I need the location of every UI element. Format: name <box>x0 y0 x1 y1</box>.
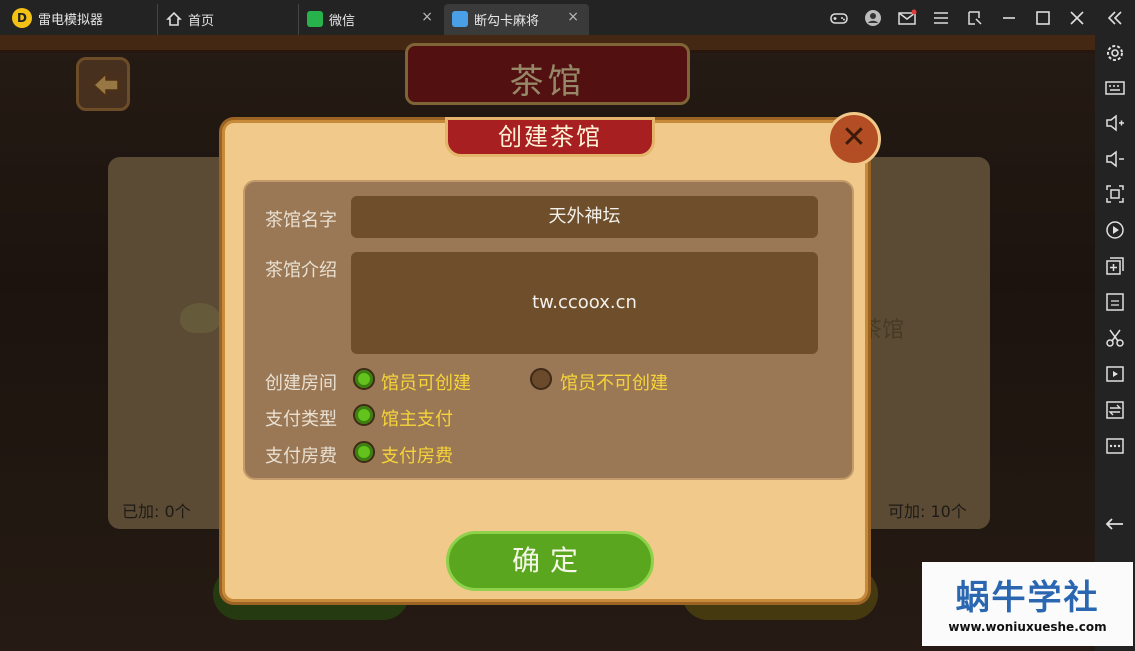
pay-type-label: 支付类型 <box>265 409 337 430</box>
pay-fee-radio[interactable] <box>353 441 375 463</box>
sync-icon[interactable] <box>1103 399 1127 423</box>
gamepad-icon[interactable] <box>829 8 849 28</box>
tab-game[interactable]: 断勾卡麻将 × <box>444 4 589 35</box>
tab-wechat-close-icon[interactable]: × <box>421 9 433 25</box>
pay-type-owner-radio[interactable] <box>353 404 375 426</box>
volume-down-icon[interactable] <box>1103 148 1127 172</box>
app-name: 雷电模拟器 <box>38 13 104 28</box>
home-icon <box>166 11 182 27</box>
record-icon[interactable] <box>1103 219 1127 243</box>
account-icon[interactable] <box>863 8 883 28</box>
title-bar: D 雷电模拟器 首页 微信 × 断勾卡麻将 × <box>0 0 1135 35</box>
tab-wechat-label: 微信 <box>329 14 356 29</box>
tab-wechat[interactable]: 微信 × <box>298 4 443 35</box>
apk-install-icon[interactable] <box>1103 291 1127 315</box>
menu-icon[interactable] <box>931 8 951 28</box>
tab-home[interactable]: 首页 <box>157 4 297 35</box>
screenshot-icon[interactable] <box>1103 183 1127 207</box>
settings-gear-icon[interactable] <box>1103 42 1127 66</box>
multi-instance-icon[interactable] <box>1103 255 1127 279</box>
form-panel: 茶馆名字 天外神坛 茶馆介绍 tw.ccoox.cn 创建房间 馆员可创建 馆员… <box>243 180 854 480</box>
wechat-icon <box>307 11 323 27</box>
emulator-sidebar <box>1095 35 1135 651</box>
android-back-icon[interactable] <box>1103 513 1127 537</box>
create-teahouse-dialog: 创建茶馆 ✕ 茶馆名字 天外神坛 茶馆介绍 tw.ccoox.cn 创建房间 馆… <box>222 112 881 602</box>
maximize-icon[interactable] <box>1033 8 1053 28</box>
pay-fee-label: 支付房费 <box>265 446 337 467</box>
room-option-deny-radio[interactable] <box>530 368 552 390</box>
emulator-logo-icon: D <box>12 8 32 28</box>
pay-fee-option-label[interactable]: 支付房费 <box>381 442 453 468</box>
collapse-sidebar-icon[interactable] <box>1105 8 1125 28</box>
tab-game-label: 断勾卡麻将 <box>474 14 540 29</box>
pay-type-owner-label[interactable]: 馆主支付 <box>381 405 453 431</box>
close-window-icon[interactable] <box>1067 8 1087 28</box>
room-option-deny-label[interactable]: 馆员不可创建 <box>560 369 668 395</box>
intro-field[interactable]: tw.ccoox.cn <box>351 252 818 354</box>
more-icon[interactable] <box>1103 435 1127 459</box>
tab-game-close-icon[interactable]: × <box>567 9 579 25</box>
minimize-icon[interactable] <box>999 8 1019 28</box>
volume-up-icon[interactable] <box>1103 112 1127 136</box>
room-option-allow-label[interactable]: 馆员可创建 <box>381 369 471 395</box>
video-player-icon[interactable] <box>1103 363 1127 387</box>
watermark-url: www.woniuxueshe.com <box>948 620 1107 634</box>
mail-icon[interactable] <box>897 8 917 28</box>
confirm-button[interactable]: 确定 <box>446 531 654 591</box>
shrink-window-icon[interactable] <box>965 8 985 28</box>
name-label: 茶馆名字 <box>265 210 337 231</box>
dialog-title: 创建茶馆 <box>445 117 655 157</box>
emulator-window: D 雷电模拟器 首页 微信 × 断勾卡麻将 × 茶馆 茶馆 已加: 0个 可加:… <box>0 0 1135 651</box>
intro-label: 茶馆介绍 <box>265 260 337 281</box>
room-label: 创建房间 <box>265 373 337 394</box>
watermark-brand: 蜗牛学社 <box>955 578 1100 618</box>
keyboard-icon[interactable] <box>1103 77 1127 101</box>
name-field[interactable]: 天外神坛 <box>351 196 818 238</box>
room-option-allow-radio[interactable] <box>353 368 375 390</box>
dialog-close-button[interactable]: ✕ <box>827 112 881 166</box>
game-viewport: 茶馆 茶馆 已加: 0个 可加: 10个 创建茶馆 加入茶馆 创建茶馆 ✕ 茶馆… <box>0 35 1095 651</box>
game-icon <box>452 11 468 27</box>
watermark: 蜗牛学社 www.woniuxueshe.com <box>922 562 1133 646</box>
tab-home-label: 首页 <box>188 14 215 29</box>
scissors-icon[interactable] <box>1103 327 1127 351</box>
